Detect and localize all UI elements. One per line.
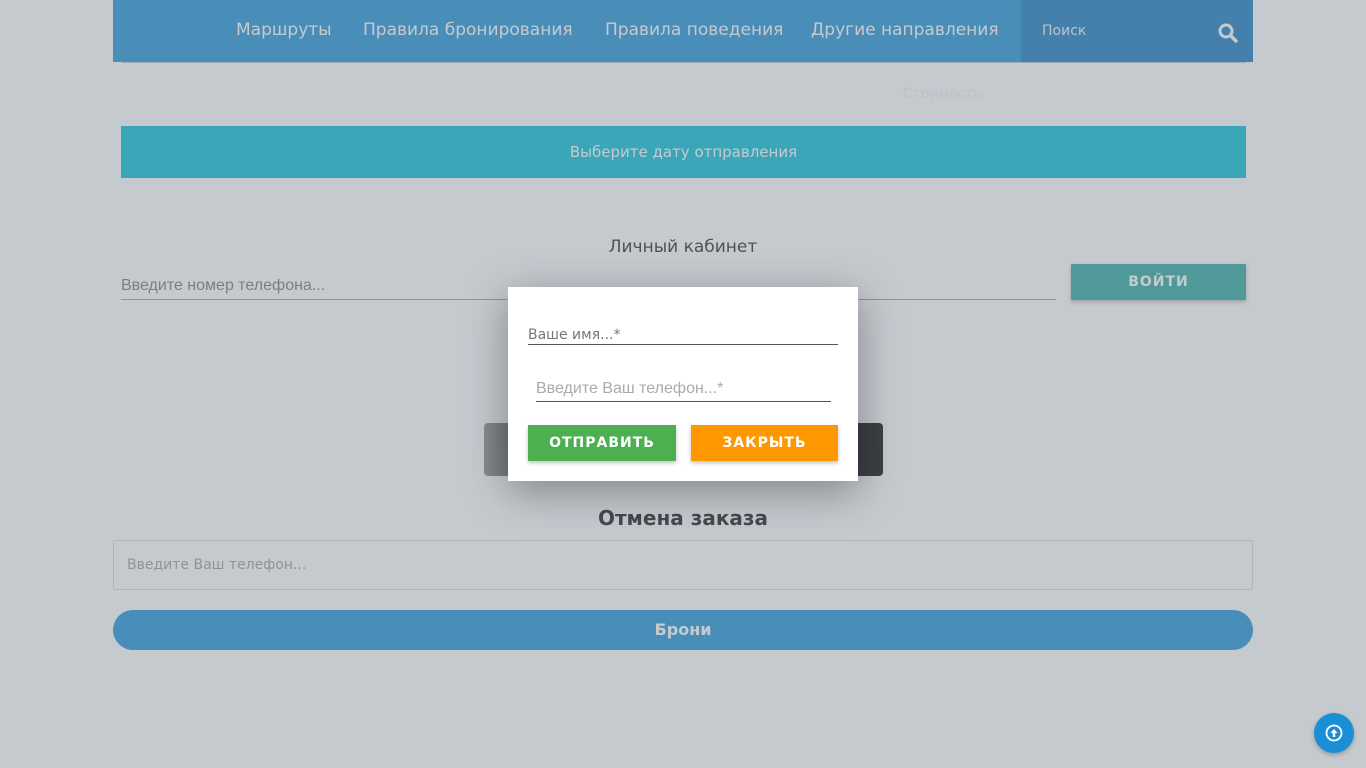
close-button[interactable]: ЗАКРЫТЬ — [691, 425, 838, 461]
modal-phone-input[interactable] — [536, 376, 831, 402]
arrow-up-circle-icon — [1325, 724, 1343, 742]
send-button[interactable]: ОТПРАВИТЬ — [528, 425, 676, 461]
callback-modal: ОТПРАВИТЬ ЗАКРЫТЬ — [508, 287, 858, 481]
name-input[interactable] — [528, 325, 838, 345]
scroll-top-button[interactable] — [1314, 713, 1354, 753]
